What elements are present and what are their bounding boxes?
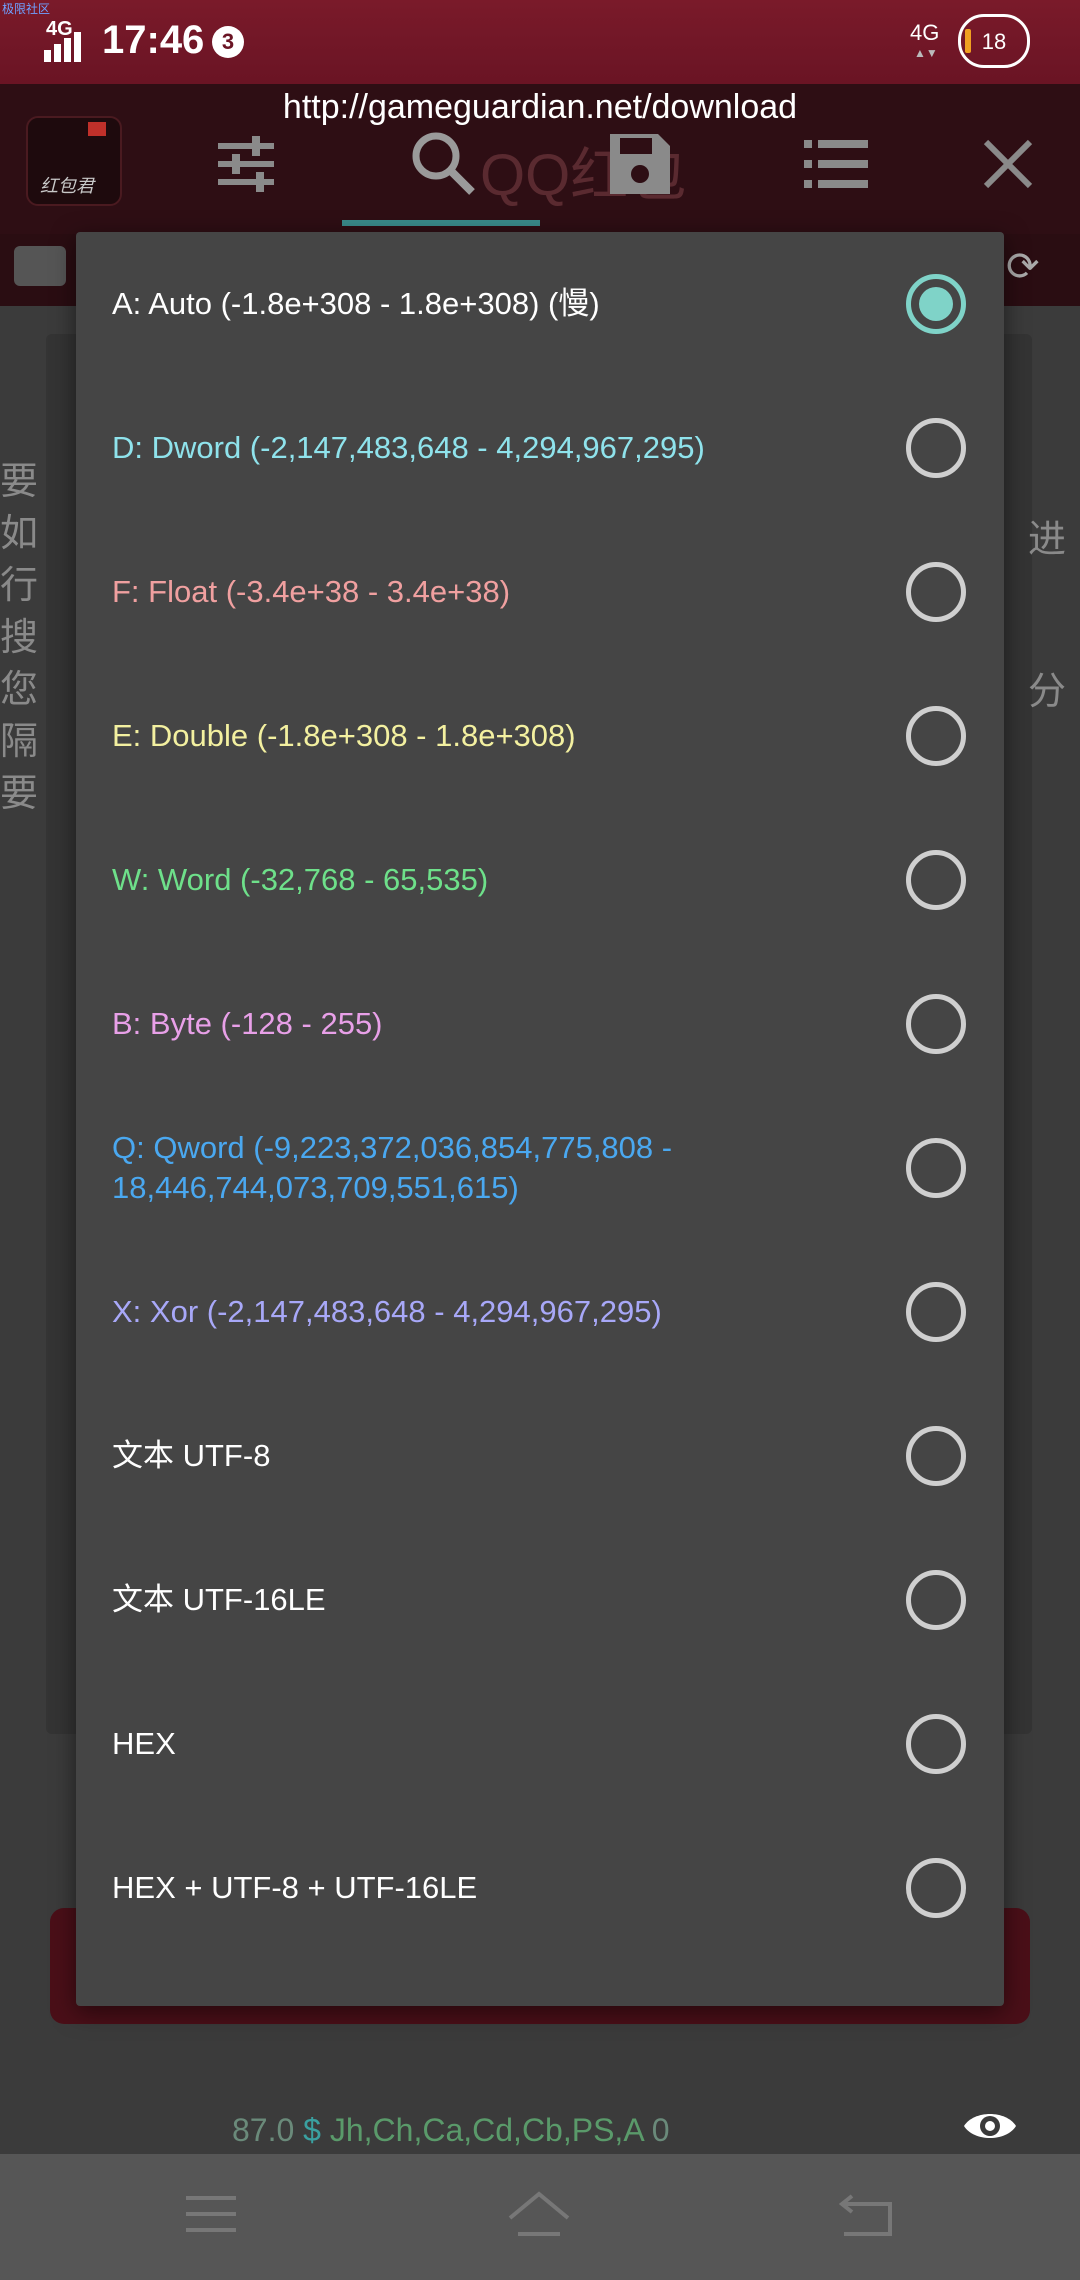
radio-button[interactable] [906, 706, 966, 766]
option-label: A: Auto (-1.8e+308 - 1.8e+308) (慢) [112, 286, 600, 321]
radio-button[interactable] [906, 1714, 966, 1774]
battery-level: 18 [981, 29, 1007, 54]
option-label: F: Float (-3.4e+38 - 3.4e+38) [112, 574, 511, 609]
radio-button[interactable] [906, 994, 966, 1054]
watermark-text: 极限社区 [2, 2, 51, 16]
radio-button[interactable] [906, 1858, 966, 1918]
cell-signal-icon: 4G [44, 18, 90, 62]
option-text-utf16le[interactable]: 文本 UTF-16LE [76, 1528, 1004, 1672]
list-icon[interactable] [796, 124, 876, 204]
option-xor[interactable]: X: Xor (-2,147,483,648 - 4,294,967,295) [76, 1240, 1004, 1384]
home-nav-icon[interactable] [504, 2184, 574, 2244]
eye-icon[interactable] [960, 2096, 1020, 2156]
close-icon[interactable] [968, 124, 1048, 204]
option-qword[interactable]: Q: Qword (-9,223,372,036,854,775,808 - 1… [76, 1096, 1004, 1240]
background-right-text: 进 [1028, 519, 1067, 561]
option-float[interactable]: F: Float (-3.4e+38 - 3.4e+38) [76, 520, 1004, 664]
radio-button[interactable] [906, 1570, 966, 1630]
option-label: W: Word (-32,768 - 65,535) [112, 862, 489, 897]
option-byte[interactable]: B: Byte (-128 - 255) [76, 952, 1004, 1096]
network-type-right: 4G [910, 20, 940, 45]
footer-number: 87.0 [232, 2112, 295, 2148]
radio-button[interactable] [906, 1282, 966, 1342]
footer-dollar: $ [303, 2112, 321, 2148]
option-label: HEX + UTF-8 + UTF-16LE [112, 1870, 478, 1905]
radio-button[interactable] [906, 562, 966, 622]
option-hex-utf8-utf16le[interactable]: HEX + UTF-8 + UTF-16LE [76, 1816, 1004, 1960]
option-label: X: Xor (-2,147,483,648 - 4,294,967,295) [112, 1294, 662, 1329]
back-nav-icon[interactable] [832, 2184, 902, 2244]
download-url[interactable]: http://gameguardian.net/download [0, 88, 1080, 127]
search-icon[interactable] [404, 124, 484, 204]
background-right-text-2: 分 [1028, 671, 1067, 713]
footer-registers: Jh,Ch,Ca,Cd,Cb,PS,A [329, 2112, 643, 2148]
option-label: 文本 UTF-16LE [112, 1582, 326, 1617]
refresh-icon[interactable]: ⟳ [1006, 244, 1056, 290]
option-text-utf8[interactable]: 文本 UTF-8 [76, 1384, 1004, 1528]
settings-sliders-icon[interactable] [206, 124, 286, 204]
system-nav-bar [0, 2154, 1080, 2280]
option-dword[interactable]: D: Dword (-2,147,483,648 - 4,294,967,295… [76, 376, 1004, 520]
option-label: HEX [112, 1726, 176, 1761]
radio-button[interactable] [906, 1426, 966, 1486]
background-help-text: 要如行搜您隔要 [0, 461, 39, 815]
radio-button[interactable] [906, 1138, 966, 1198]
option-label: Q: Qword (-9,223,372,036,854,775,808 - 1… [112, 1130, 673, 1205]
data-activity-icon: ▲▼ [914, 46, 938, 60]
logo-text: 红包君 [40, 176, 94, 196]
footer-zero: 0 [651, 2112, 670, 2148]
option-label: B: Byte (-128 - 255) [112, 1006, 383, 1041]
menu-nav-icon[interactable] [176, 2184, 246, 2244]
radio-button[interactable] [906, 850, 966, 910]
option-label: 文本 UTF-8 [112, 1438, 271, 1473]
active-tab-indicator [342, 220, 540, 226]
option-hex[interactable]: HEX [76, 1672, 1004, 1816]
value-type-dialog: A: Auto (-1.8e+308 - 1.8e+308) (慢) D: Dw… [76, 232, 1004, 2006]
register-status-line: 87.0 $ Jh,Ch,Ca,Cd,Cb,PS,A 0 [232, 2112, 670, 2149]
option-double[interactable]: E: Double (-1.8e+308 - 1.8e+308) [76, 664, 1004, 808]
save-icon[interactable] [600, 124, 680, 204]
clock-time: 17:46 [102, 18, 205, 62]
pause-button[interactable] [14, 246, 66, 286]
status-bar: 极限社区 4G 17:46 3 4G ▲▼ 18 [0, 0, 1080, 84]
app-logo[interactable]: 红包君 [26, 116, 122, 206]
option-label: E: Double (-1.8e+308 - 1.8e+308) [112, 718, 576, 753]
radio-button[interactable] [906, 274, 966, 334]
option-auto[interactable]: A: Auto (-1.8e+308 - 1.8e+308) (慢) [76, 232, 1004, 376]
app-toolbar: 红包君 QQ红包 http://gameguardian.net/downloa… [0, 84, 1080, 234]
battery-icon: 18 [958, 14, 1030, 68]
option-word[interactable]: W: Word (-32,768 - 65,535) [76, 808, 1004, 952]
notification-count-badge: 3 [212, 26, 244, 58]
radio-button[interactable] [906, 418, 966, 478]
option-label: D: Dword (-2,147,483,648 - 4,294,967,295… [112, 430, 705, 465]
